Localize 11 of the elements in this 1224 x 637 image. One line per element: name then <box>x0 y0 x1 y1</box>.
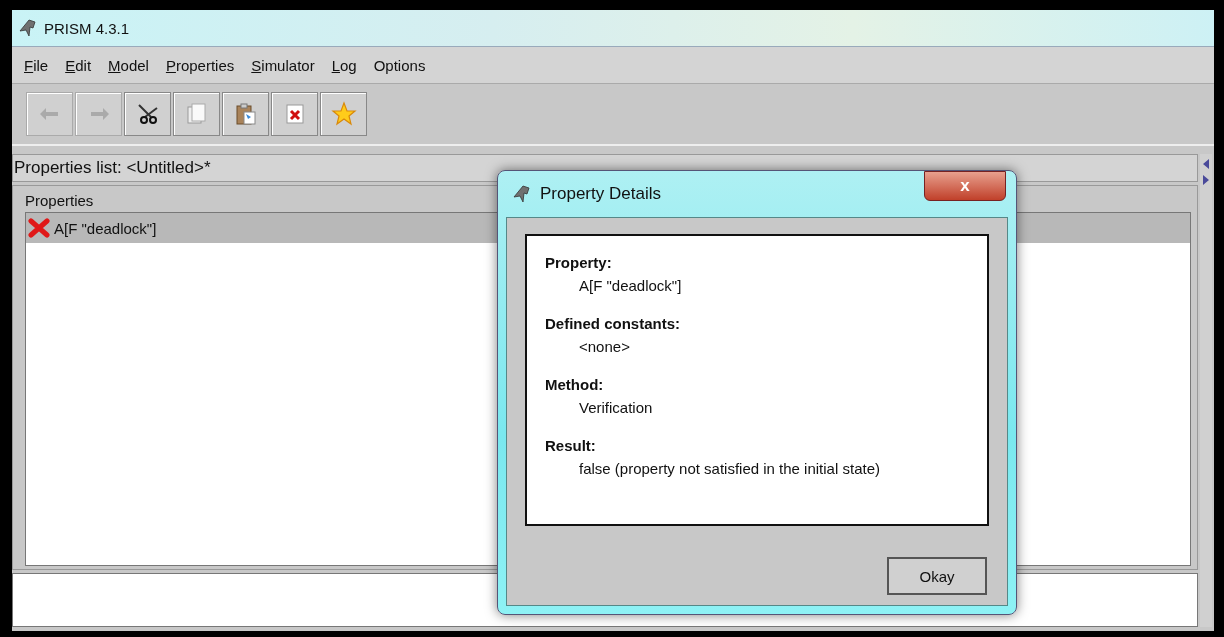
window-title: PRISM 4.3.1 <box>44 19 130 37</box>
group-title: Properties <box>25 192 94 209</box>
detail-value: Verification <box>578 399 654 416</box>
detail-heading: Result: <box>545 437 597 454</box>
detail-value: <none> <box>578 338 631 355</box>
detail-value: A[F "deadlock"] <box>578 277 683 294</box>
detail-heading: Method: <box>545 376 605 393</box>
detail-heading: Defined constants: <box>545 315 681 332</box>
detail-value: false (property not satisfied in the initial state) <box>578 460 881 477</box>
detail-heading: Property: <box>545 254 613 271</box>
dialog-title: Property Details <box>540 184 661 204</box>
